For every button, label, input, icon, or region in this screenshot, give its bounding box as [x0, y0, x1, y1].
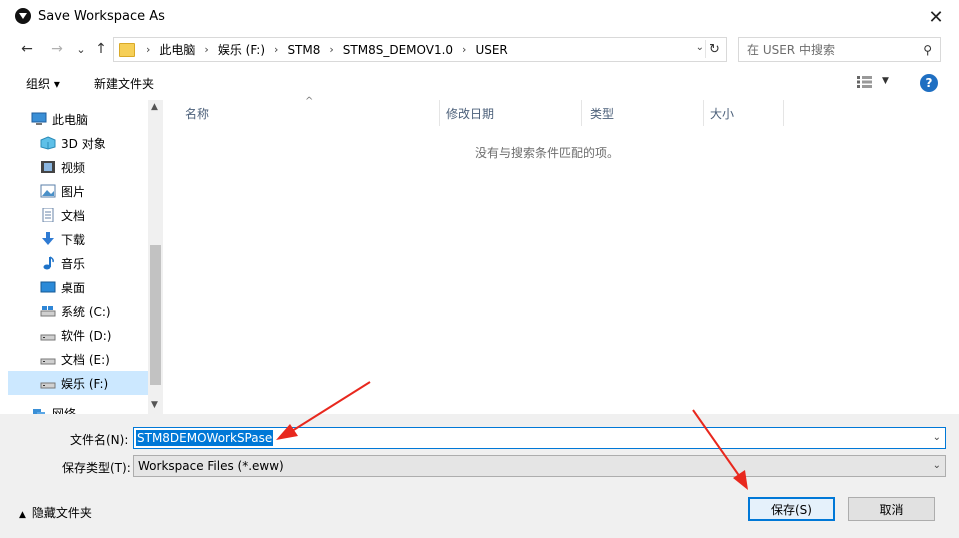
drive-icon — [40, 358, 56, 365]
column-header-size[interactable]: 大小 — [702, 100, 784, 126]
sidebar-item-label: 网络 — [52, 406, 77, 415]
computer-icon — [31, 112, 47, 125]
sidebar-item-desktop[interactable]: 桌面 — [8, 275, 148, 299]
forward-button[interactable]: → — [46, 38, 68, 60]
column-header-type[interactable]: 类型 — [582, 100, 704, 126]
title-bar: Save Workspace As ✕ — [0, 0, 959, 34]
sidebar-item-drive-c[interactable]: 系统 (C:) — [8, 299, 148, 323]
music-icon — [43, 256, 54, 270]
sidebar-item-drive-e[interactable]: 文档 (E:) — [8, 347, 148, 371]
window-title: Save Workspace As — [38, 9, 165, 24]
scroll-up-icon[interactable]: ▲ — [151, 102, 158, 112]
download-icon — [42, 232, 54, 245]
filetype-value: Workspace Files (*.eww) — [138, 459, 284, 473]
up-folder-button[interactable]: ↑ — [90, 38, 112, 60]
filename-field[interactable]: STM8DEMOWorkSPase ⌄ — [133, 427, 946, 449]
chevron-right-icon: › — [462, 43, 467, 56]
navigation-bar: ← → ⌄ ↑ › 此电脑 › 娱乐 (F:) › STM8 › STM8S_D… — [0, 34, 959, 66]
scroll-down-icon[interactable]: ▼ — [151, 400, 158, 410]
sidebar-item-drive-f[interactable]: 娱乐 (F:) — [8, 371, 148, 395]
drive-icon — [40, 306, 56, 317]
filename-value[interactable]: STM8DEMOWorkSPase — [136, 430, 274, 446]
sidebar-item-label: 娱乐 (F:) — [61, 376, 109, 391]
chevron-up-icon: ▲ — [19, 510, 26, 520]
file-list[interactable]: ^ 名称 修改日期 类型 大小 没有与搜索条件匹配的项。 — [163, 96, 951, 414]
sidebar-item-label: 系统 (C:) — [61, 304, 111, 319]
filename-label: 文件名(N): — [70, 433, 129, 447]
new-folder-button[interactable]: 新建文件夹 — [94, 75, 154, 92]
breadcrumb-stm8[interactable]: STM8 — [287, 43, 320, 57]
breadcrumb-stm8s-demo[interactable]: STM8S_DEMOV1.0 — [343, 43, 453, 57]
save-button[interactable]: 保存(S) — [748, 497, 835, 521]
hide-folders-label: 隐藏文件夹 — [31, 506, 92, 520]
cancel-button[interactable]: 取消 — [848, 497, 935, 521]
sidebar-item-label: 下载 — [61, 232, 86, 247]
recent-locations-chevron-icon[interactable]: ⌄ — [70, 38, 92, 60]
sidebar-item-music[interactable]: 音乐 — [8, 251, 148, 275]
sidebar-item-label: 文档 (E:) — [61, 352, 110, 367]
breadcrumb-drive-f[interactable]: 娱乐 (F:) — [218, 41, 265, 58]
back-button[interactable]: ← — [16, 38, 38, 60]
sidebar-item-label: 音乐 — [61, 256, 86, 271]
filename-dropdown-icon[interactable]: ⌄ — [933, 432, 941, 443]
command-toolbar: 组织 ▾ 新建文件夹 ▼ ? — [0, 68, 959, 98]
column-header-name[interactable]: 名称 — [177, 100, 440, 126]
drive-icon — [40, 334, 56, 341]
refresh-button[interactable]: ↻ — [705, 40, 723, 58]
view-options-icon[interactable] — [856, 75, 874, 89]
sidebar-item-documents[interactable]: 文档 — [8, 203, 148, 227]
sidebar-item-drive-d[interactable]: 软件 (D:) — [8, 323, 148, 347]
search-icon[interactable]: ⚲ — [923, 43, 932, 57]
search-box[interactable]: ⚲ — [738, 37, 941, 62]
app-icon — [15, 8, 31, 24]
documents-icon — [42, 208, 54, 222]
sidebar-item-pictures[interactable]: 图片 — [8, 179, 148, 203]
chevron-right-icon: › — [329, 43, 334, 56]
help-icon[interactable]: ? — [920, 74, 938, 92]
sidebar-item-label: 3D 对象 — [61, 136, 106, 151]
breadcrumb-user[interactable]: USER — [475, 43, 507, 57]
sidebar-item-label: 视频 — [61, 160, 86, 175]
sidebar-item-3d-objects[interactable]: 3D 对象 — [8, 131, 148, 155]
close-button[interactable]: ✕ — [913, 0, 959, 34]
column-header-date-modified[interactable]: 修改日期 — [438, 100, 582, 126]
address-dropdown-icon[interactable]: ⌄ — [696, 42, 704, 53]
sidebar-item-label: 桌面 — [61, 280, 86, 295]
filetype-label: 保存类型(T): — [62, 461, 131, 475]
filetype-select[interactable]: Workspace Files (*.eww) ⌄ — [133, 455, 946, 477]
desktop-icon — [40, 281, 56, 293]
sidebar-item-this-pc[interactable]: 此电脑 — [8, 107, 148, 131]
sidebar-item-label: 此电脑 — [52, 112, 89, 127]
network-icon — [33, 409, 45, 414]
3d-objects-icon — [40, 136, 56, 150]
chevron-right-icon: › — [204, 43, 209, 56]
organize-button[interactable]: 组织 ▾ — [26, 75, 60, 92]
search-input[interactable] — [739, 42, 909, 57]
scrollbar-thumb[interactable] — [150, 245, 161, 385]
navigation-pane-scrollbar[interactable]: ▲ ▼ — [148, 100, 163, 414]
view-dropdown-icon[interactable]: ▼ — [882, 76, 889, 86]
chevron-right-icon: › — [146, 43, 151, 56]
breadcrumb-this-pc[interactable]: 此电脑 — [159, 41, 195, 58]
sidebar-item-label: 软件 (D:) — [61, 328, 112, 343]
address-bar[interactable]: › 此电脑 › 娱乐 (F:) › STM8 › STM8S_DEMOV1.0 … — [113, 37, 727, 62]
sidebar-item-label: 图片 — [61, 184, 86, 199]
hide-folders-toggle[interactable]: ▲ 隐藏文件夹 — [19, 504, 92, 521]
chevron-right-icon: › — [274, 43, 279, 56]
sidebar-item-network[interactable]: 网络 — [8, 401, 148, 414]
folder-icon — [119, 42, 135, 57]
navigation-pane: 此电脑 3D 对象 视频 图片 文档 下载 音乐 桌面 系统 (C:) 软件 (… — [8, 100, 148, 414]
sidebar-item-video[interactable]: 视频 — [8, 155, 148, 179]
sidebar-item-label: 文档 — [61, 208, 86, 223]
save-form-panel: 文件名(N): STM8DEMOWorkSPase ⌄ 保存类型(T): Wor… — [0, 414, 959, 538]
filetype-dropdown-icon[interactable]: ⌄ — [933, 460, 941, 471]
sidebar-item-downloads[interactable]: 下载 — [8, 227, 148, 251]
pictures-icon — [40, 184, 56, 198]
empty-folder-message: 没有与搜索条件匹配的项。 — [474, 146, 619, 160]
video-icon — [41, 161, 55, 173]
drive-icon — [40, 382, 56, 389]
